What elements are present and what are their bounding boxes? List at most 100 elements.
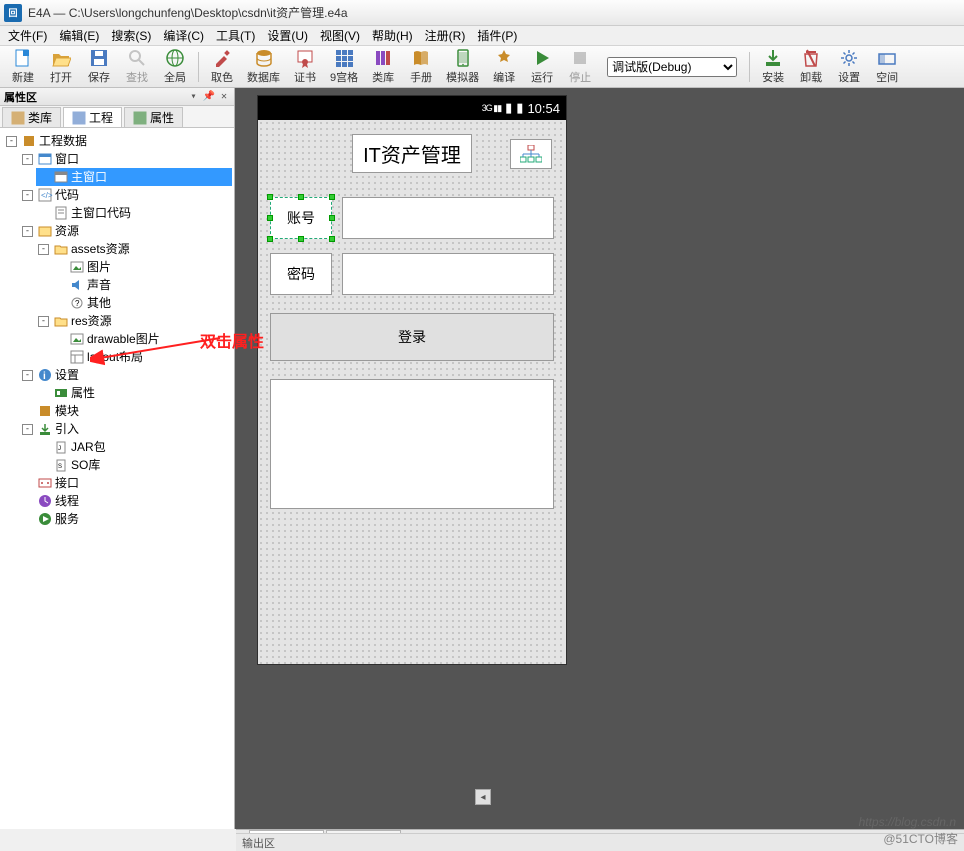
menu-item-9[interactable]: 插件(P)	[471, 25, 523, 46]
toolbar-uninstall-button[interactable]: 卸载	[792, 46, 830, 87]
tree-node-layout布局[interactable]: layout布局	[52, 348, 232, 366]
tree-toggle-icon[interactable]: -	[22, 370, 33, 381]
tree-label: 主窗口代码	[71, 204, 131, 222]
tree-node-drawable图片[interactable]: drawable图片	[52, 330, 232, 348]
open-icon	[51, 48, 71, 68]
tree-node-引入[interactable]: - 引入	[20, 420, 232, 438]
menu-item-1[interactable]: 编辑(E)	[53, 25, 105, 46]
toolbar-book-button[interactable]: 手册	[402, 46, 440, 87]
tree-node-接口[interactable]: 接口	[20, 474, 232, 492]
toolbar-separator	[749, 52, 750, 82]
tree-node-设置[interactable]: -i设置	[20, 366, 232, 384]
folder-icon	[53, 313, 69, 329]
tree-toggle-icon[interactable]: -	[22, 190, 33, 201]
panel-tab-prop[interactable]: 属性	[124, 107, 183, 127]
scroll-left-icon[interactable]: ◂	[475, 789, 491, 805]
stop-icon	[570, 48, 590, 68]
menu-item-5[interactable]: 设置(U)	[261, 25, 314, 46]
panel-close-icon[interactable]: ✕	[218, 91, 230, 102]
app-title-label[interactable]: IT资产管理	[352, 134, 472, 173]
toolbar-globe-button[interactable]: 全局	[156, 46, 194, 87]
toolbar-cert-button[interactable]: 证书	[286, 46, 324, 87]
uninstall-icon	[801, 48, 821, 68]
iface-icon	[37, 475, 53, 491]
tree-node-代码[interactable]: -</>代码	[20, 186, 232, 204]
toolbar-grid-button[interactable]: 9宫格	[324, 46, 364, 87]
panel-tab-proj[interactable]: 工程	[63, 107, 122, 127]
tree-node-JAR包[interactable]: JJAR包	[36, 438, 232, 456]
account-label[interactable]: 账号	[270, 197, 332, 239]
book-icon	[411, 48, 431, 68]
tree-node-主窗口代码[interactable]: 主窗口代码	[36, 204, 232, 222]
phone-body[interactable]: IT资产管理 账号 密码	[258, 120, 566, 664]
app-icon: 回	[4, 4, 22, 22]
space-icon	[877, 48, 897, 68]
sound-icon	[69, 277, 85, 293]
toolbar-emu-button[interactable]: 模拟器	[440, 46, 485, 87]
menu-item-8[interactable]: 注册(R)	[419, 25, 472, 46]
tree-node-模块[interactable]: 模块	[20, 402, 232, 420]
run-icon	[532, 48, 552, 68]
toolbar-install-button[interactable]: 安装	[754, 46, 792, 87]
tree-toggle-icon[interactable]: -	[38, 244, 49, 255]
img-icon	[69, 259, 85, 275]
tree-node-res资源[interactable]: - res资源	[36, 312, 232, 330]
tree-node-窗口[interactable]: -窗口	[20, 150, 232, 168]
tree-root-node[interactable]: -工程数据	[4, 132, 232, 150]
bottom-panel[interactable]	[270, 379, 554, 509]
toolbar-compile-button[interactable]: 编译	[485, 46, 523, 87]
tree-node-SO库[interactable]: SSO库	[36, 456, 232, 474]
tree-node-图片[interactable]: 图片	[52, 258, 232, 276]
account-input[interactable]	[342, 197, 554, 239]
menu-item-7[interactable]: 帮助(H)	[366, 25, 419, 46]
tree-toggle-icon[interactable]: -	[6, 136, 17, 147]
tree-node-服务[interactable]: 服务	[20, 510, 232, 528]
menu-item-0[interactable]: 文件(F)	[2, 25, 53, 46]
tree-label: layout布局	[87, 348, 143, 366]
folder-icon	[53, 241, 69, 257]
menu-item-4[interactable]: 工具(T)	[210, 25, 261, 46]
signal-icon: 3G ▮▮	[482, 103, 501, 114]
org-chart-button[interactable]	[510, 139, 552, 169]
tree-node-线程[interactable]: 线程	[20, 492, 232, 510]
tree-toggle-icon	[38, 460, 49, 471]
tree-node-其他[interactable]: ?其他	[52, 294, 232, 312]
tree-label: res资源	[71, 312, 112, 330]
menu-item-3[interactable]: 编译(C)	[157, 25, 210, 46]
toolbar-settings-button[interactable]: 设置	[830, 46, 868, 87]
toolbar-space-button[interactable]: 空间	[868, 46, 906, 87]
toolbar-open-button[interactable]: 打开	[42, 46, 80, 87]
password-label[interactable]: 密码	[270, 253, 332, 295]
menu-item-2[interactable]: 搜索(S)	[105, 25, 157, 46]
menu-item-6[interactable]: 视图(V)	[314, 25, 366, 46]
tree-label: 接口	[55, 474, 79, 492]
password-input[interactable]	[342, 253, 554, 295]
tree-toggle-icon	[22, 496, 33, 507]
tree-node-资源[interactable]: - 资源	[20, 222, 232, 240]
tree-toggle-icon[interactable]: -	[22, 424, 33, 435]
lib-icon	[11, 111, 25, 125]
build-config-select[interactable]: 调试版(Debug)	[607, 57, 737, 77]
tree-label: JAR包	[71, 438, 106, 456]
tree-label: 资源	[55, 222, 79, 240]
panel-dropdown-icon[interactable]: ▾	[187, 91, 199, 102]
tree-node-主窗口[interactable]: 主窗口	[36, 168, 232, 186]
tree-node-声音[interactable]: 声音	[52, 276, 232, 294]
toolbar-lib-button[interactable]: 类库	[364, 46, 402, 87]
tree-node-assets资源[interactable]: -assets资源	[36, 240, 232, 258]
toolbar-db-button[interactable]: 数据库	[241, 46, 286, 87]
tree-node-属性[interactable]: 属性	[36, 384, 232, 402]
design-area: 3G ▮▮ ▮ ▮ 10:54 IT资产管理 账号	[235, 88, 964, 829]
toolbar-save-button[interactable]: 保存	[80, 46, 118, 87]
panel-tab-lib[interactable]: 类库	[2, 107, 61, 127]
toolbar-picker-button[interactable]: 取色	[203, 46, 241, 87]
panel-pin-icon[interactable]: 📌	[200, 91, 218, 102]
login-button[interactable]: 登录	[270, 313, 554, 361]
toolbar-new-button[interactable]: 新建	[4, 46, 42, 87]
tree-toggle-icon	[54, 298, 65, 309]
tree-toggle-icon[interactable]: -	[22, 154, 33, 165]
toolbar-run-button[interactable]: 运行	[523, 46, 561, 87]
tree-toggle-icon[interactable]: -	[38, 316, 49, 327]
tree-toggle-icon[interactable]: -	[22, 226, 33, 237]
tree-label: 引入	[55, 420, 79, 438]
